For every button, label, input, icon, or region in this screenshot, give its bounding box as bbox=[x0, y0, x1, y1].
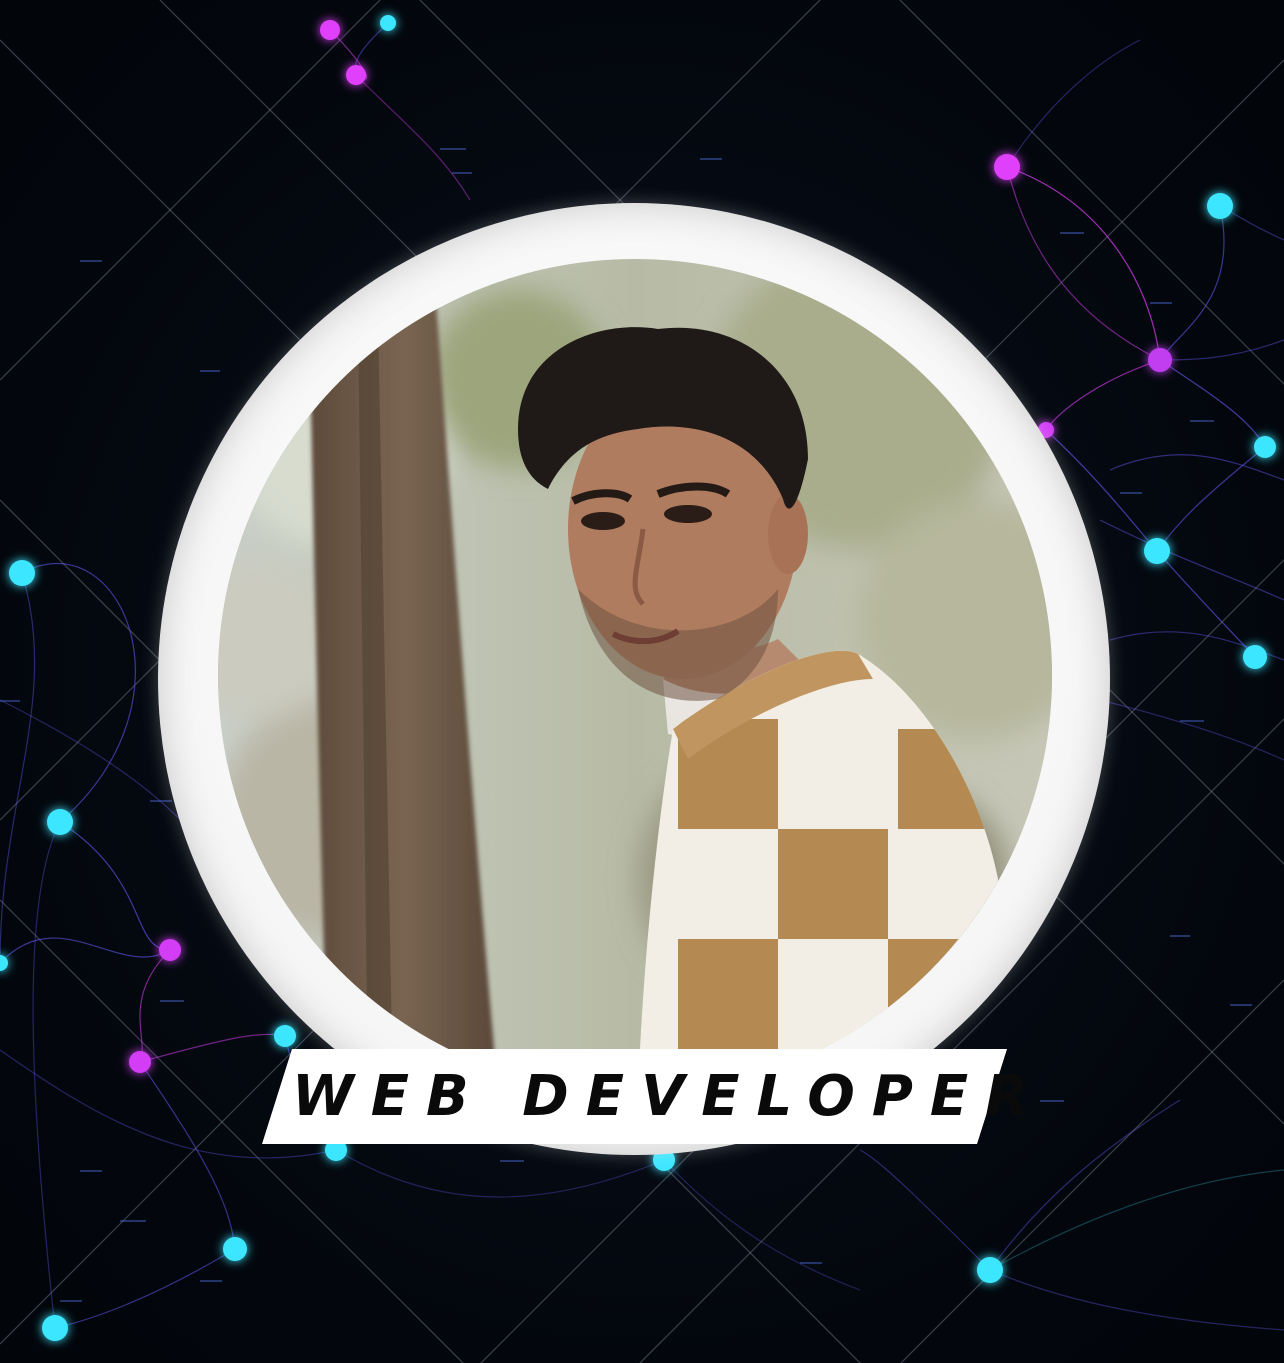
node-cyan bbox=[1254, 436, 1276, 458]
node-cyan bbox=[42, 1315, 68, 1341]
node-magenta bbox=[320, 20, 340, 40]
portrait-photo bbox=[218, 259, 1052, 1093]
title-banner: WEB DEVELOPER bbox=[262, 1049, 1046, 1144]
node-cyan bbox=[223, 1237, 247, 1261]
node-magenta bbox=[159, 939, 181, 961]
node-cyan bbox=[274, 1025, 296, 1047]
node-magenta bbox=[1148, 348, 1172, 372]
profile-graphic: WEB DEVELOPER bbox=[0, 0, 1284, 1363]
node-cyan bbox=[1207, 193, 1233, 219]
node-cyan bbox=[9, 560, 35, 586]
banner-title: WEB DEVELOPER bbox=[292, 1064, 1046, 1129]
node-cyan bbox=[0, 955, 8, 971]
node-cyan bbox=[1243, 645, 1267, 669]
person-photo-icon bbox=[218, 259, 1052, 1093]
node-cyan bbox=[380, 15, 396, 31]
node-magenta bbox=[129, 1051, 151, 1073]
node-magenta bbox=[994, 154, 1020, 180]
node-magenta bbox=[346, 65, 366, 85]
node-cyan bbox=[47, 809, 73, 835]
node-cyan bbox=[1144, 538, 1170, 564]
node-cyan bbox=[977, 1257, 1003, 1283]
